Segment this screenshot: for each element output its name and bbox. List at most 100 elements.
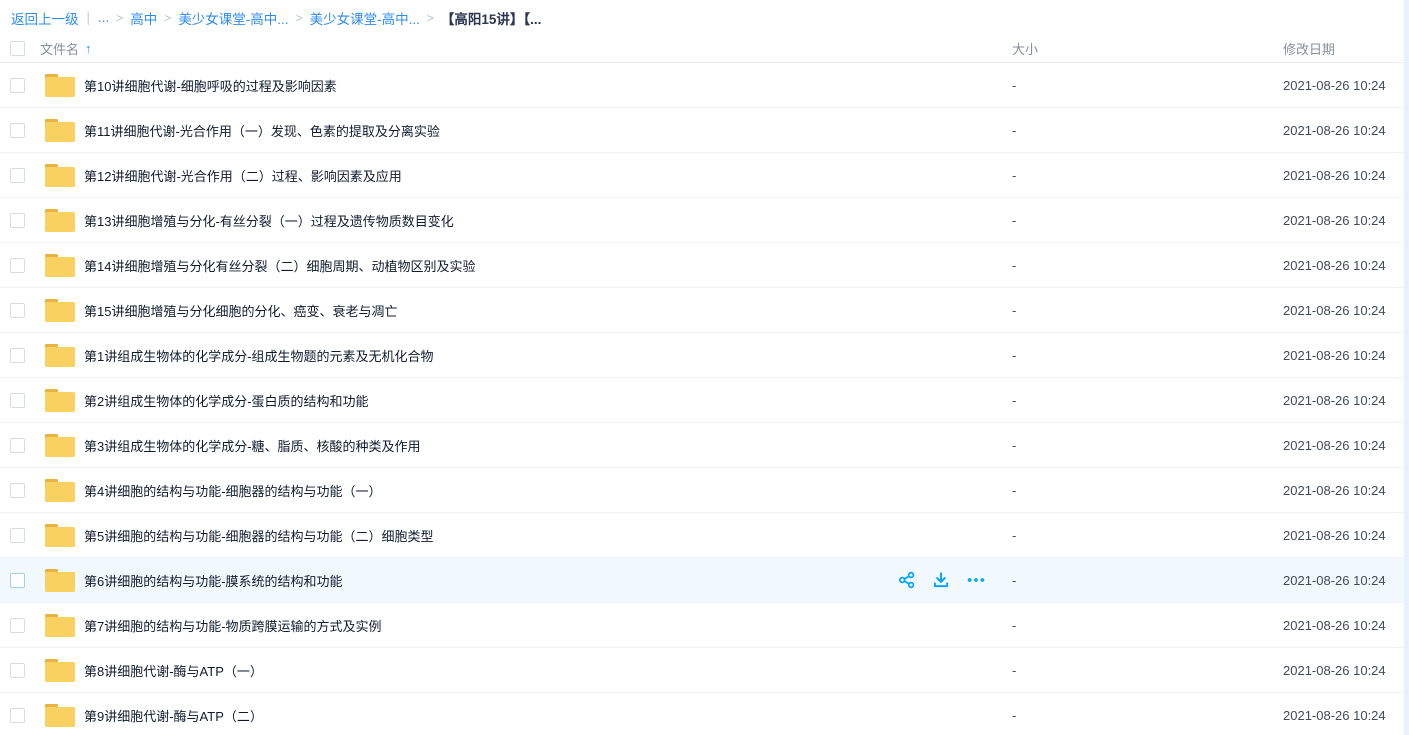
- breadcrumb-item-ellipsis[interactable]: ...: [98, 10, 109, 25]
- select-all-checkbox[interactable]: [10, 41, 25, 56]
- file-size: -: [1008, 303, 1278, 318]
- table-row[interactable]: 第15讲细胞增殖与分化细胞的分化、癌变、衰老与凋亡: [0, 288, 1409, 333]
- file-name-link[interactable]: 第10讲细胞代谢-细胞呼吸的过程及影响因素: [84, 76, 337, 95]
- file-date: 2021-08-26 10:24: [1278, 123, 1409, 138]
- table-row[interactable]: 第1讲组成生物体的化学成分-组成生物题的元素及无机化合物: [0, 333, 1409, 378]
- row-checkbox[interactable]: [10, 123, 25, 138]
- row-checkbox[interactable]: [10, 78, 25, 93]
- table-row[interactable]: 第12讲细胞代谢-光合作用（二）过程、影响因素及应用: [0, 153, 1409, 198]
- share-icon[interactable]: [898, 571, 916, 589]
- file-date: 2021-08-26 10:24: [1278, 528, 1409, 543]
- file-date: 2021-08-26 10:24: [1278, 348, 1409, 363]
- folder-icon: [45, 163, 75, 188]
- file-name-link[interactable]: 第3讲组成生物体的化学成分-糖、脂质、核酸的种类及作用: [84, 436, 421, 455]
- breadcrumb-chevron: >: [116, 11, 123, 25]
- file-date: 2021-08-26 10:24: [1278, 393, 1409, 408]
- file-size: -: [1008, 78, 1278, 93]
- table-row[interactable]: 第10讲细胞代谢-细胞呼吸的过程及影响因素: [0, 63, 1409, 108]
- row-checkbox[interactable]: [10, 663, 25, 678]
- scrollbar-track[interactable]: [1404, 0, 1409, 735]
- table-row[interactable]: 第8讲细胞代谢-酶与ATP（一）: [0, 648, 1409, 693]
- row-checkbox[interactable]: [10, 213, 25, 228]
- row-checkbox[interactable]: [10, 168, 25, 183]
- file-size: -: [1008, 258, 1278, 273]
- table-header: 文件名 ↑ 大小 修改日期: [0, 35, 1409, 63]
- folder-icon: [45, 703, 75, 728]
- table-row[interactable]: 第9讲细胞代谢-酶与ATP（二）: [0, 693, 1409, 735]
- table-row[interactable]: 第4讲细胞的结构与功能-细胞器的结构与功能（一）: [0, 468, 1409, 513]
- file-name-link[interactable]: 第11讲细胞代谢-光合作用（一）发现、色素的提取及分离实验: [84, 121, 440, 140]
- file-name-link[interactable]: 第2讲组成生物体的化学成分-蛋白质的结构和功能: [84, 391, 369, 410]
- breadcrumb-back-link[interactable]: 返回上一级: [11, 8, 79, 28]
- folder-icon: [45, 118, 75, 143]
- file-date: 2021-08-26 10:24: [1278, 258, 1409, 273]
- file-date: 2021-08-26 10:24: [1278, 618, 1409, 633]
- file-name-link[interactable]: 第4讲细胞的结构与功能-细胞器的结构与功能（一）: [84, 481, 382, 500]
- folder-icon: [45, 478, 75, 503]
- file-name-link[interactable]: 第15讲细胞增殖与分化细胞的分化、癌变、衰老与凋亡: [84, 301, 397, 320]
- table-row[interactable]: 第6讲细胞的结构与功能-膜系统的结构和功能: [0, 558, 1409, 603]
- file-name-link[interactable]: 第7讲细胞的结构与功能-物质跨膜运输的方式及实例: [84, 616, 382, 635]
- breadcrumb-chevron: >: [427, 11, 434, 25]
- file-name-link[interactable]: 第1讲组成生物体的化学成分-组成生物题的元素及无机化合物: [84, 346, 434, 365]
- folder-icon: [45, 568, 75, 593]
- file-name-link[interactable]: 第9讲细胞代谢-酶与ATP（二）: [84, 706, 263, 725]
- folder-icon: [45, 208, 75, 233]
- file-size: -: [1008, 663, 1278, 678]
- row-checkbox[interactable]: [10, 258, 25, 273]
- row-checkbox[interactable]: [10, 483, 25, 498]
- column-header-filename[interactable]: 文件名: [40, 39, 79, 58]
- file-size: -: [1008, 483, 1278, 498]
- folder-icon: [45, 613, 75, 638]
- file-date: 2021-08-26 10:24: [1278, 573, 1409, 588]
- breadcrumb: 返回上一级 | ... > 高中 > 美少女课堂-高中... > 美少女课堂-高…: [0, 0, 1409, 35]
- file-date: 2021-08-26 10:24: [1278, 303, 1409, 318]
- file-name-link[interactable]: 第13讲细胞增殖与分化-有丝分裂（一）过程及遗传物质数目变化: [84, 211, 454, 230]
- row-checkbox[interactable]: [10, 348, 25, 363]
- sort-ascending-icon[interactable]: ↑: [85, 41, 92, 56]
- table-row[interactable]: 第13讲细胞增殖与分化-有丝分裂（一）过程及遗传物质数目变化: [0, 198, 1409, 243]
- file-name-link[interactable]: 第6讲细胞的结构与功能-膜系统的结构和功能: [84, 571, 343, 590]
- file-size: -: [1008, 393, 1278, 408]
- file-list: 第10讲细胞代谢-细胞呼吸的过程及影响因素: [0, 63, 1409, 735]
- row-checkbox[interactable]: [10, 573, 25, 588]
- folder-icon: [45, 73, 75, 98]
- row-checkbox[interactable]: [10, 618, 25, 633]
- table-row[interactable]: 第7讲细胞的结构与功能-物质跨膜运输的方式及实例: [0, 603, 1409, 648]
- folder-icon: [45, 253, 75, 278]
- file-name-link[interactable]: 第5讲细胞的结构与功能-细胞器的结构与功能（二）细胞类型: [84, 526, 434, 545]
- row-checkbox[interactable]: [10, 708, 25, 723]
- table-row[interactable]: 第2讲组成生物体的化学成分-蛋白质的结构和功能: [0, 378, 1409, 423]
- file-date: 2021-08-26 10:24: [1278, 663, 1409, 678]
- column-header-date: 修改日期: [1278, 39, 1409, 58]
- folder-icon: [45, 388, 75, 413]
- file-size: -: [1008, 168, 1278, 183]
- file-size: -: [1008, 348, 1278, 363]
- row-checkbox[interactable]: [10, 393, 25, 408]
- file-name-link[interactable]: 第12讲细胞代谢-光合作用（二）过程、影响因素及应用: [84, 166, 402, 185]
- file-name-link[interactable]: 第14讲细胞增殖与分化有丝分裂（二）细胞周期、动植物区别及实验: [84, 256, 475, 275]
- breadcrumb-item-ketang-1[interactable]: 美少女课堂-高中...: [178, 8, 288, 28]
- folder-icon: [45, 343, 75, 368]
- file-date: 2021-08-26 10:24: [1278, 483, 1409, 498]
- more-icon[interactable]: [966, 571, 986, 589]
- table-row[interactable]: 第11讲细胞代谢-光合作用（一）发现、色素的提取及分离实验: [0, 108, 1409, 153]
- folder-icon: [45, 298, 75, 323]
- table-row[interactable]: 第14讲细胞增殖与分化有丝分裂（二）细胞周期、动植物区别及实验: [0, 243, 1409, 288]
- file-size: -: [1008, 573, 1278, 588]
- breadcrumb-current-folder: 【高阳15讲】【...: [441, 8, 542, 28]
- row-checkbox[interactable]: [10, 528, 25, 543]
- file-size: -: [1008, 708, 1278, 723]
- download-icon[interactable]: [932, 571, 950, 589]
- table-row[interactable]: 第5讲细胞的结构与功能-细胞器的结构与功能（二）细胞类型: [0, 513, 1409, 558]
- breadcrumb-item-ketang-2[interactable]: 美少女课堂-高中...: [310, 8, 420, 28]
- table-row[interactable]: 第3讲组成生物体的化学成分-糖、脂质、核酸的种类及作用: [0, 423, 1409, 468]
- breadcrumb-item-gaozhong[interactable]: 高中: [130, 8, 157, 28]
- row-checkbox[interactable]: [10, 438, 25, 453]
- file-date: 2021-08-26 10:24: [1278, 168, 1409, 183]
- row-checkbox[interactable]: [10, 303, 25, 318]
- file-name-link[interactable]: 第8讲细胞代谢-酶与ATP（一）: [84, 661, 263, 680]
- file-date: 2021-08-26 10:24: [1278, 213, 1409, 228]
- file-size: -: [1008, 528, 1278, 543]
- file-size: -: [1008, 618, 1278, 633]
